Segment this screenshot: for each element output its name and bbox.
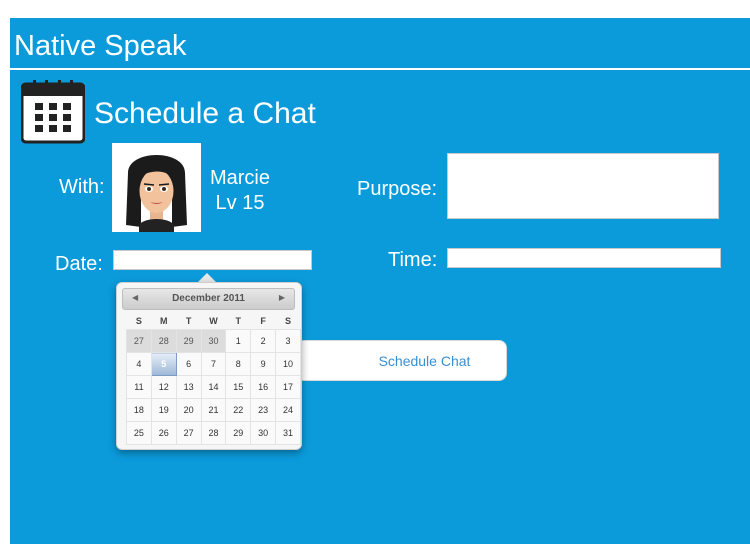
day-cell[interactable]: 27 (126, 329, 152, 353)
day-cell[interactable]: 2 (250, 329, 277, 353)
day-cell[interactable]: 9 (250, 352, 277, 376)
user-level: Lv 15 (215, 192, 265, 214)
day-cell[interactable]: 10 (275, 352, 301, 376)
datepicker-popup: ◀ December 2011 ▶ S M T W T F S 27 28 29… (116, 282, 302, 450)
day-cell[interactable]: 18 (126, 398, 152, 422)
next-month-icon[interactable]: ▶ (279, 293, 285, 302)
avatar[interactable] (112, 143, 201, 232)
day-cell[interactable]: 30 (200, 329, 227, 353)
weekday-header: M (160, 316, 168, 326)
weekday-header: T (185, 316, 192, 326)
user-name: Marcie (209, 167, 270, 189)
day-cell[interactable]: 3 (275, 329, 301, 353)
app-title: Native Speak (14, 30, 187, 62)
day-cell[interactable]: 30 (250, 421, 277, 445)
time-label: Time: (388, 249, 438, 271)
day-cell[interactable]: 25 (126, 421, 152, 445)
day-cell[interactable]: 14 (200, 375, 227, 399)
day-cell[interactable]: 8 (225, 352, 252, 376)
day-cell[interactable]: 24 (275, 398, 301, 422)
day-cell-selected[interactable]: 5 (150, 352, 177, 376)
weekday-header: F (260, 316, 266, 326)
datepicker-month-label: December 2011 (172, 293, 245, 304)
day-cell[interactable]: 27 (175, 421, 202, 445)
header-divider (10, 68, 750, 70)
time-input[interactable] (447, 248, 721, 268)
day-cell[interactable]: 29 (175, 329, 202, 353)
day-cell[interactable]: 13 (175, 375, 202, 399)
purpose-textarea[interactable] (447, 153, 719, 219)
date-label: Date: (55, 253, 103, 275)
day-cell[interactable]: 17 (275, 375, 301, 399)
day-cell[interactable]: 28 (150, 329, 177, 353)
weekday-header: T (235, 316, 242, 326)
weekday-header: S (285, 316, 292, 326)
day-cell[interactable]: 21 (200, 398, 227, 422)
datepicker-pointer (198, 273, 216, 282)
day-cell[interactable]: 22 (225, 398, 252, 422)
page-title: Schedule a Chat (94, 97, 316, 130)
weekday-header: W (209, 316, 218, 326)
schedule-chat-button[interactable]: Schedule Chat (296, 340, 507, 381)
weekday-header: S (135, 316, 142, 326)
day-cell[interactable]: 16 (250, 375, 277, 399)
day-cell[interactable]: 31 (275, 421, 301, 445)
calendar-icon (21, 80, 85, 144)
day-cell[interactable]: 4 (126, 352, 152, 376)
with-label: With: (59, 176, 105, 198)
day-cell[interactable]: 19 (150, 398, 177, 422)
day-cell[interactable]: 6 (175, 352, 202, 376)
day-cell[interactable]: 26 (150, 421, 177, 445)
day-cell[interactable]: 12 (150, 375, 177, 399)
datepicker-header: ◀ December 2011 ▶ (122, 288, 295, 310)
day-cell[interactable]: 23 (250, 398, 277, 422)
day-cell[interactable]: 29 (225, 421, 252, 445)
date-input[interactable] (113, 250, 312, 270)
day-cell[interactable]: 28 (200, 421, 227, 445)
datepicker-grid: S M T W T F S 27 28 29 30 1 2 3 4 5 6 7 … (126, 313, 301, 445)
day-cell[interactable]: 20 (175, 398, 202, 422)
purpose-label: Purpose: (357, 178, 438, 200)
day-cell[interactable]: 15 (225, 375, 252, 399)
day-cell[interactable]: 7 (200, 352, 227, 376)
day-cell[interactable]: 11 (126, 375, 152, 399)
day-cell[interactable]: 1 (225, 329, 252, 353)
